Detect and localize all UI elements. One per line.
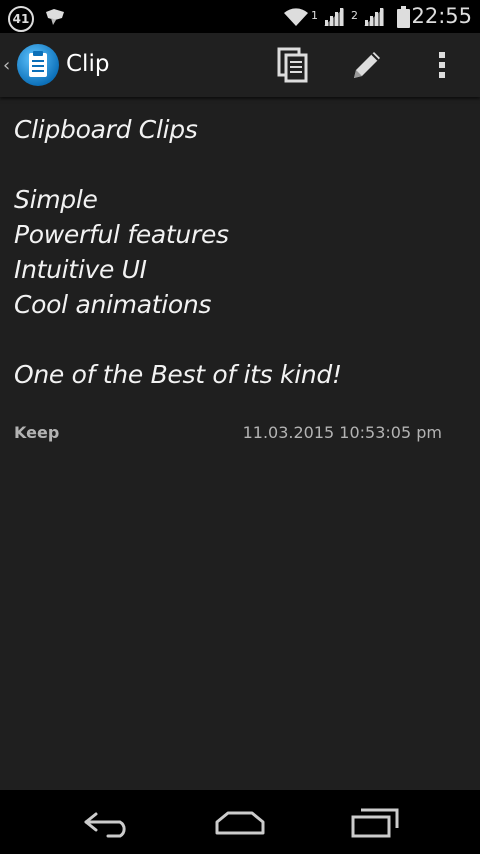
signal-icon — [364, 8, 384, 26]
clip-text-line: Cool animations — [14, 290, 212, 319]
notification-icon — [46, 9, 64, 25]
wifi-icon — [284, 8, 308, 26]
back-icon[interactable] — [82, 810, 132, 838]
status-bar: 41 1 2 22:55 — [0, 0, 480, 33]
status-clock: 22:55 — [411, 4, 472, 28]
copy-icon[interactable] — [277, 47, 309, 83]
clip-timestamp: 11.03.2015 10:53:05 pm — [242, 423, 442, 442]
clip-content[interactable]: Clipboard Clips Simple Powerful features… — [14, 112, 466, 392]
app-logo-icon[interactable] — [16, 43, 60, 87]
clip-text-line: Intuitive UI — [14, 255, 147, 284]
clip-meta-row: Keep 11.03.2015 10:53:05 pm — [14, 423, 442, 445]
battery-icon — [397, 6, 410, 28]
app-title: Clip — [66, 51, 110, 77]
overflow-menu-icon[interactable] — [438, 51, 446, 79]
sim2-label: 2 — [351, 9, 358, 22]
navigation-bar — [0, 790, 480, 854]
sim1-label: 1 — [311, 9, 318, 22]
clip-text-line: Clipboard Clips — [14, 115, 198, 144]
recent-apps-icon[interactable] — [351, 808, 399, 838]
edit-icon[interactable] — [350, 48, 384, 82]
clip-text-line: Simple — [14, 185, 98, 214]
clip-text-line — [14, 322, 466, 357]
notification-count-badge: 41 — [8, 6, 34, 32]
clip-text-line: One of the Best of its kind! — [14, 360, 342, 389]
keep-label: Keep — [14, 423, 60, 442]
signal-icon — [324, 8, 344, 26]
clip-text-line — [14, 147, 466, 182]
home-icon[interactable] — [214, 810, 266, 836]
up-navigation-icon[interactable]: ‹ — [3, 55, 10, 76]
clip-text-line: Powerful features — [14, 220, 229, 249]
action-bar: ‹ Clip — [0, 33, 480, 97]
